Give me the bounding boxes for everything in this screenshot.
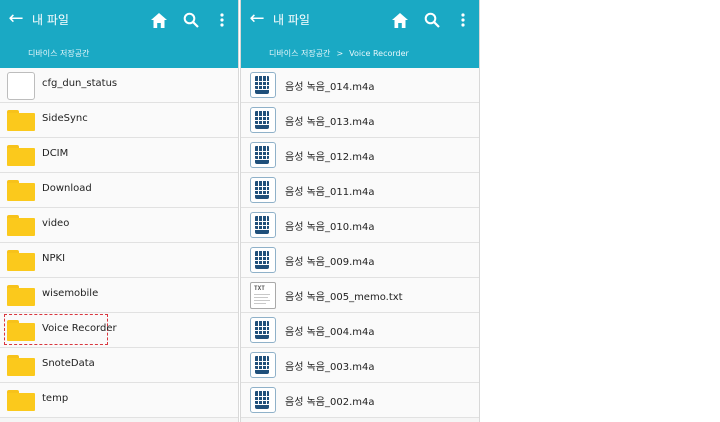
list-item[interactable]: 음성 녹음_003.m4a xyxy=(241,348,479,383)
list-item[interactable]: 음성 녹음_009.m4a xyxy=(241,243,479,278)
item-label: wisemobile xyxy=(42,288,99,299)
txt-file-icon: TXT xyxy=(250,282,276,309)
audio-file-icon xyxy=(250,387,276,413)
audio-file-icon xyxy=(250,352,276,378)
item-label: SideSync xyxy=(42,113,88,124)
folder-icon xyxy=(7,390,35,411)
list-item[interactable]: DCIM xyxy=(0,138,238,173)
folder-icon xyxy=(7,215,35,236)
list-item[interactable]: temp xyxy=(0,383,238,418)
list-item[interactable]: 음성 녹음_014.m4a xyxy=(241,68,479,103)
audio-file-icon xyxy=(250,317,276,343)
list-item[interactable]: 음성 녹음_011.m4a xyxy=(241,173,479,208)
file-list: 음성 녹음_014.m4a 음성 녹음_013.m4a 음성 녹음_012.m4… xyxy=(241,68,479,418)
list-item[interactable]: 음성 녹음_012.m4a xyxy=(241,138,479,173)
list-item[interactable]: SnoteData xyxy=(0,348,238,383)
folder-icon xyxy=(7,110,35,131)
folder-icon xyxy=(7,285,35,306)
right-panel: ← 내 파일 디바이스 저장공간 > Voice Recorder 음성 녹음_01… xyxy=(240,0,480,422)
home-icon[interactable] xyxy=(389,9,411,31)
item-label: temp xyxy=(42,393,69,404)
breadcrumb: 디바이스 저장공간 xyxy=(0,40,238,68)
folder-icon xyxy=(7,250,35,271)
list-item[interactable]: 음성 녹음_004.m4a xyxy=(241,313,479,348)
back-arrow-icon[interactable]: ← xyxy=(6,8,26,30)
list-item[interactable]: 음성 녹음_002.m4a xyxy=(241,383,479,418)
folder-icon xyxy=(7,145,35,166)
list-item[interactable]: video xyxy=(0,208,238,243)
item-label: 음성 녹음_013.m4a xyxy=(285,117,375,128)
folder-icon xyxy=(7,320,35,341)
item-label: 음성 녹음_011.m4a xyxy=(285,187,375,198)
breadcrumb-separator-icon: > xyxy=(336,49,344,58)
item-label: 음성 녹음_010.m4a xyxy=(285,222,375,233)
item-label: 음성 녹음_009.m4a xyxy=(285,257,375,268)
list-item[interactable]: TXT 음성 녹음_005_memo.txt xyxy=(241,278,479,313)
list-item[interactable]: 음성 녹음_013.m4a xyxy=(241,103,479,138)
item-label: SnoteData xyxy=(42,358,95,369)
list-item[interactable]: wisemobile xyxy=(0,278,238,313)
search-icon[interactable] xyxy=(421,9,443,31)
audio-file-icon xyxy=(250,107,276,133)
item-label: 음성 녹음_014.m4a xyxy=(285,82,375,93)
item-label: 음성 녹음_004.m4a xyxy=(285,327,375,338)
search-icon[interactable] xyxy=(180,9,202,31)
app-title: 내 파일 xyxy=(32,13,69,27)
folder-icon xyxy=(7,355,35,376)
item-label: 음성 녹음_005_memo.txt xyxy=(285,292,403,303)
app-bar: ← 내 파일 xyxy=(0,0,238,40)
item-label: 음성 녹음_012.m4a xyxy=(285,152,375,163)
item-label: NPKI xyxy=(42,253,66,264)
audio-file-icon xyxy=(250,72,276,98)
breadcrumb-item-voice-recorder[interactable]: Voice Recorder xyxy=(349,49,409,58)
item-label: DCIM xyxy=(42,148,69,159)
home-icon[interactable] xyxy=(148,9,170,31)
app-bar: ← 내 파일 xyxy=(241,0,479,40)
list-item[interactable]: SideSync xyxy=(0,103,238,138)
audio-file-icon xyxy=(250,212,276,238)
breadcrumb-item-device-storage[interactable]: 디바이스 저장공간 xyxy=(269,49,330,58)
left-panel: ← 내 파일 디바이스 저장공간 cfg_dun_status SideSync… xyxy=(0,0,239,422)
list-item-voice-recorder[interactable]: Voice Recorder xyxy=(0,313,238,348)
list-item[interactable]: NPKI xyxy=(0,243,238,278)
more-options-icon[interactable] xyxy=(452,9,474,31)
breadcrumb-item-device-storage[interactable]: 디바이스 저장공간 xyxy=(28,49,89,58)
file-list: cfg_dun_status SideSync DCIM Download vi… xyxy=(0,68,238,418)
list-item[interactable]: 음성 녹음_010.m4a xyxy=(241,208,479,243)
audio-file-icon xyxy=(250,177,276,203)
audio-file-icon xyxy=(250,142,276,168)
item-label: cfg_dun_status xyxy=(42,78,118,89)
list-item[interactable]: Download xyxy=(0,173,238,208)
app-title: 내 파일 xyxy=(273,13,310,27)
item-label: 음성 녹음_002.m4a xyxy=(285,397,375,408)
back-arrow-icon[interactable]: ← xyxy=(247,8,267,30)
audio-file-icon xyxy=(250,247,276,273)
breadcrumb: 디바이스 저장공간 > Voice Recorder xyxy=(241,40,479,68)
item-label: Download xyxy=(42,183,92,194)
blank-file-icon xyxy=(7,72,35,100)
item-label: 음성 녹음_003.m4a xyxy=(285,362,375,373)
item-label: video xyxy=(42,218,70,229)
list-item[interactable]: cfg_dun_status xyxy=(0,68,238,103)
folder-icon xyxy=(7,180,35,201)
more-options-icon[interactable] xyxy=(211,9,233,31)
item-label: Voice Recorder xyxy=(42,323,117,334)
